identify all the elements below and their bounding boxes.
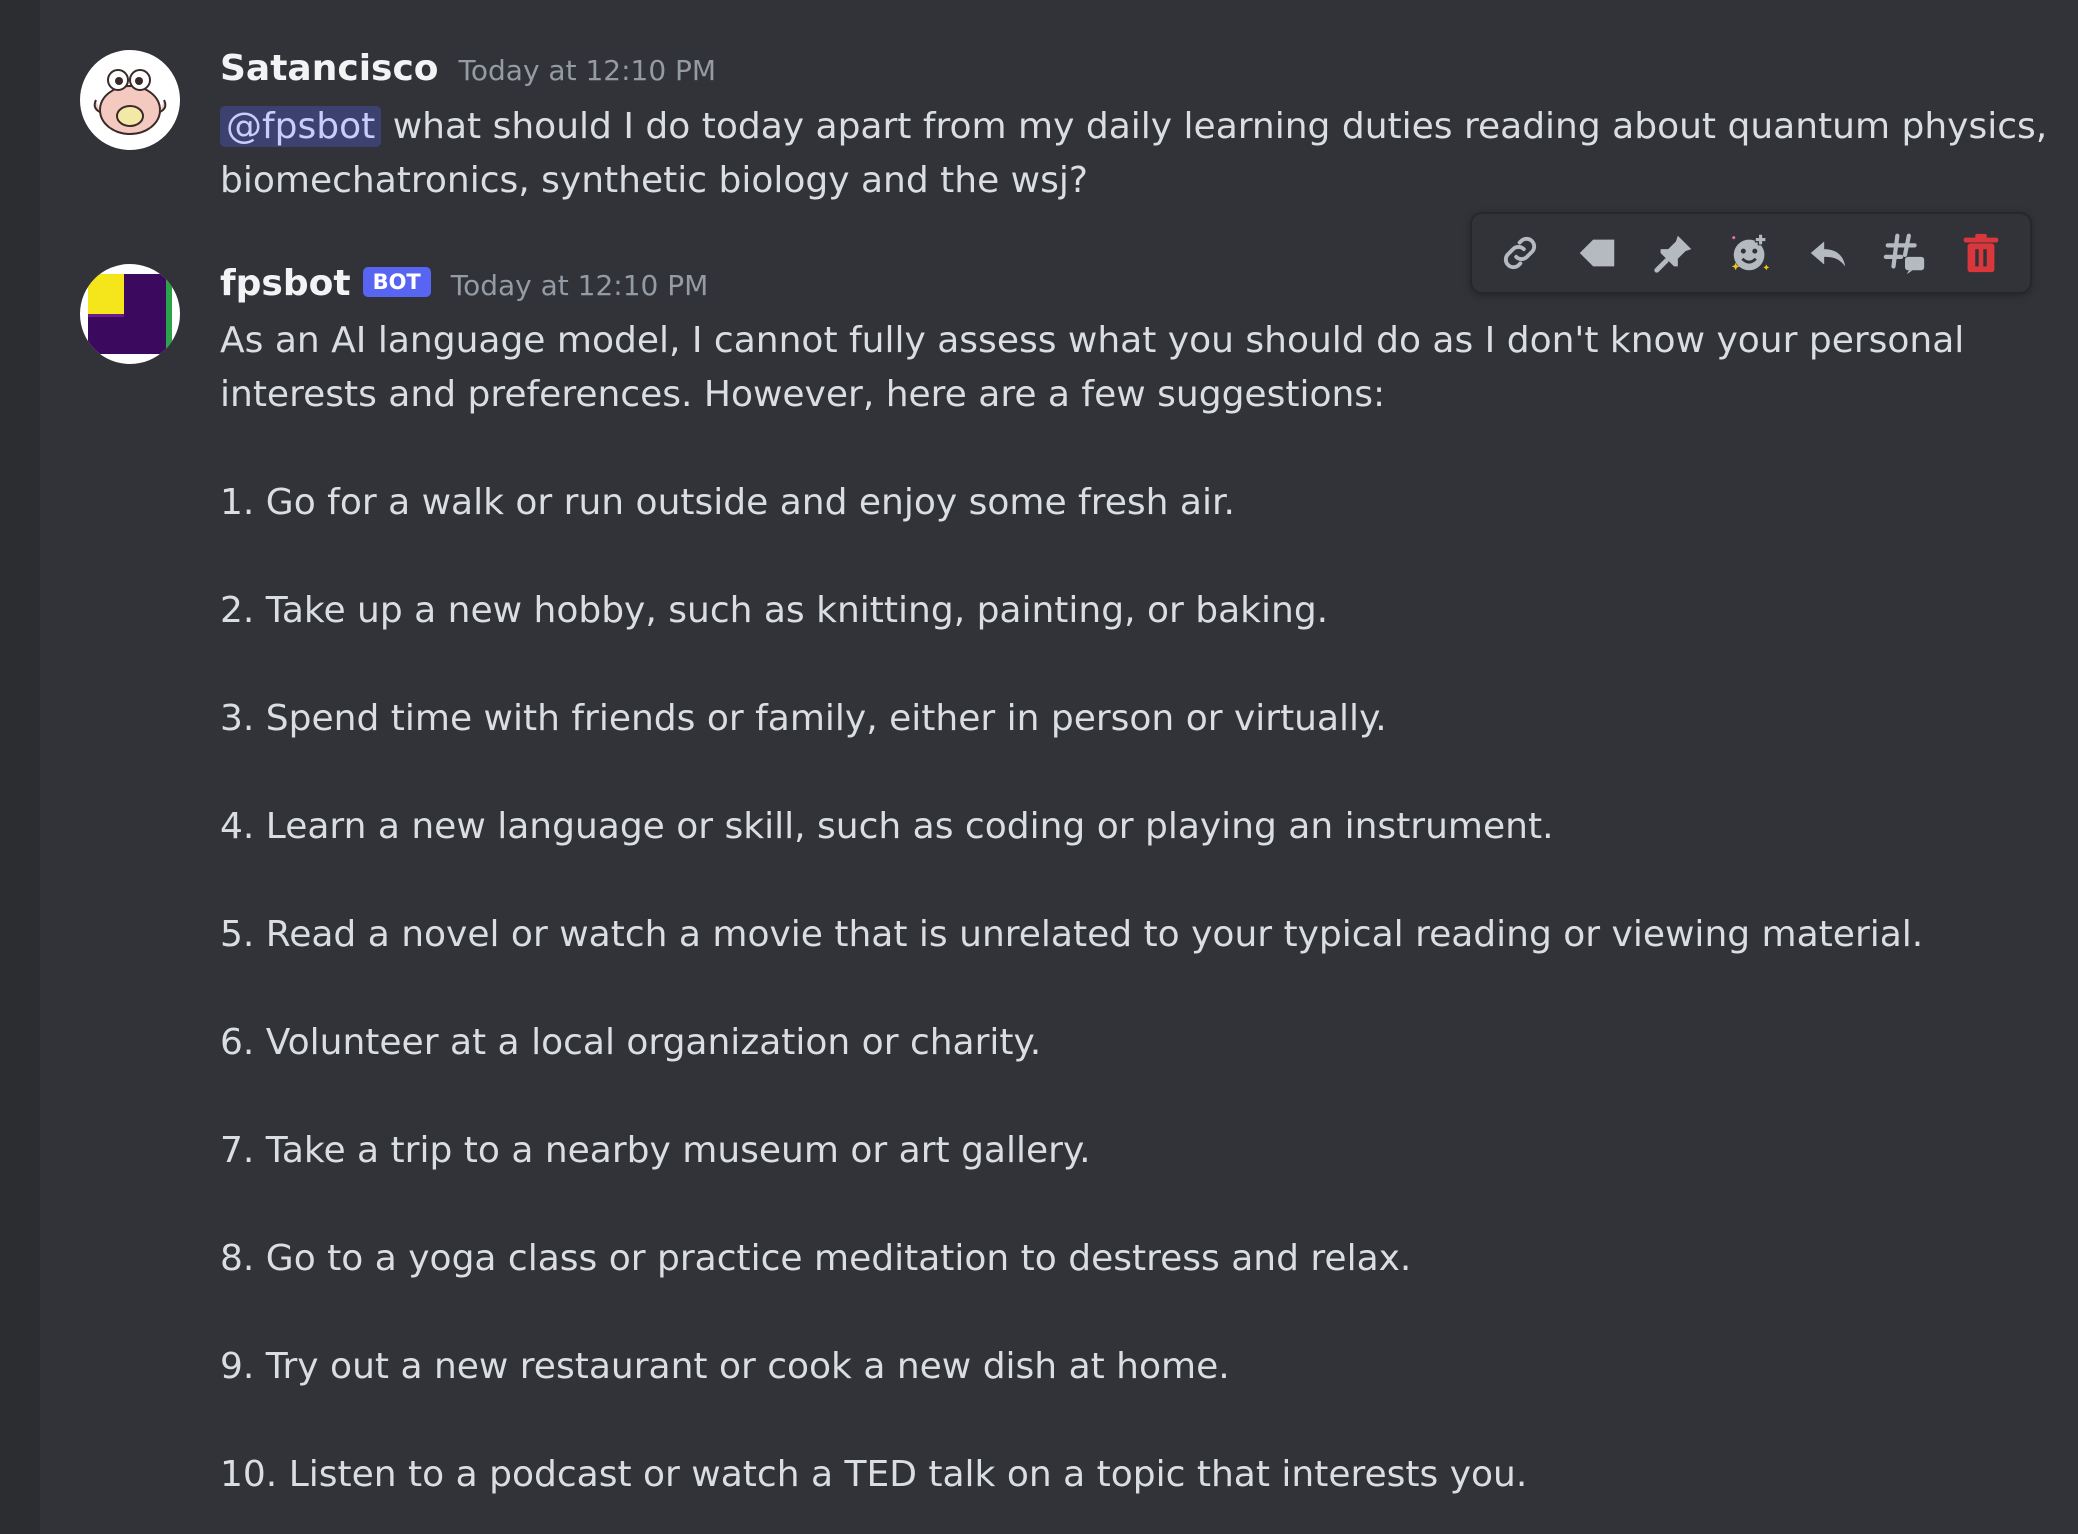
list-item: 8. Go to a yoga class or practice medita…	[220, 1238, 1412, 1279]
copy-link-button[interactable]	[1490, 223, 1550, 283]
list-item: 4. Learn a new language or skill, such a…	[220, 806, 1554, 847]
bot-avatar-icon	[80, 264, 180, 364]
message-text-line: interests and preferences. However, here…	[220, 374, 1386, 415]
reply-button[interactable]	[1798, 223, 1858, 283]
list-item: 6. Volunteer at a local organization or …	[220, 1022, 1042, 1063]
list-item: 5. Read a novel or watch a movie that is…	[220, 914, 1924, 955]
add-reaction-icon	[1731, 233, 1770, 271]
pig-avatar-icon	[80, 50, 180, 150]
delete-button[interactable]	[1951, 223, 2011, 283]
message-content: @fpsbot what should I do today apart fro…	[220, 100, 2047, 208]
delete-icon	[1964, 233, 1999, 273]
tag-button[interactable]	[1567, 223, 1627, 283]
message-text-line: biomechatronics, synthetic biology and t…	[220, 160, 1088, 201]
avatar[interactable]	[80, 264, 180, 364]
username[interactable]: fpsbot	[220, 263, 351, 304]
list-item: 7. Take a trip to a nearby museum or art…	[220, 1130, 1091, 1171]
pin-icon	[1654, 235, 1692, 273]
user-mention[interactable]: @fpsbot	[220, 106, 382, 147]
add-reaction-button[interactable]	[1721, 223, 1781, 283]
pin-button[interactable]	[1644, 223, 1704, 283]
create-thread-icon	[1883, 233, 1924, 275]
tag-icon	[1580, 239, 1615, 267]
message-text-line: what should I do today apart from my dai…	[392, 106, 2048, 147]
create-thread-button[interactable]	[1875, 223, 1935, 283]
server-sidebar-edge	[0, 0, 40, 1534]
bot-badge: BOT	[362, 267, 431, 297]
message-actions-toolbar	[1470, 212, 2032, 294]
link-icon	[1504, 236, 1537, 270]
username[interactable]: Satancisco	[220, 48, 439, 89]
list-item: 2. Take up a new hobby, such as knitting…	[220, 590, 1329, 631]
message-content: As an AI language model, I cannot fully …	[220, 314, 2020, 422]
avatar[interactable]	[80, 50, 180, 150]
message-header: Satancisco Today at 12:10 PM	[220, 48, 716, 89]
message-header: fpsbot BOT Today at 12:10 PM	[220, 263, 708, 304]
timestamp: Today at 12:10 PM	[450, 269, 709, 302]
reply-icon	[1810, 241, 1846, 267]
list-item: 1. Go for a walk or run outside and enjo…	[220, 482, 1235, 523]
list-item: 10. Listen to a podcast or watch a TED t…	[220, 1454, 1528, 1495]
timestamp: Today at 12:10 PM	[458, 54, 717, 87]
list-item: 9. Try out a new restaurant or cook a ne…	[220, 1346, 1230, 1387]
list-item: 3. Spend time with friends or family, ei…	[220, 698, 1387, 739]
message-text-line: As an AI language model, I cannot fully …	[220, 320, 1965, 361]
